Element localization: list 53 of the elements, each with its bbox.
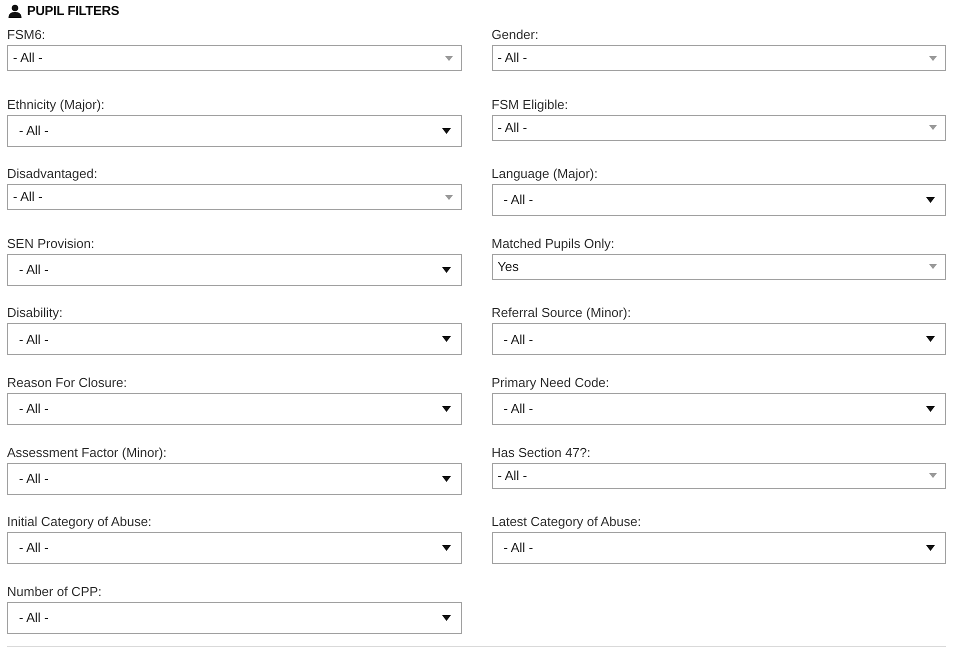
caret-icon (926, 406, 935, 412)
field-label: Referral Source (Minor): (492, 304, 632, 322)
dropdown[interactable]: - All - (492, 45, 946, 71)
dropdown[interactable]: - All - (7, 114, 462, 147)
field-label: Ethnicity (Major): (7, 96, 106, 114)
field-label: Assessment Factor (Minor): (7, 444, 168, 462)
caret-icon (444, 56, 452, 60)
caret-icon (442, 545, 450, 552)
dropdown[interactable]: - All - (492, 184, 946, 216)
caret-icon (929, 125, 937, 130)
dropdown[interactable]: - All - (492, 323, 946, 356)
caret-icon (442, 336, 450, 342)
field-label: Language (Major): (492, 165, 599, 184)
caret-icon (926, 545, 935, 552)
field-label: Has Section 47?: (492, 444, 592, 462)
caret-icon (442, 406, 450, 412)
field-label: Primary Need Code: (492, 374, 610, 392)
dropdown[interactable]: - All - (7, 602, 462, 634)
dropdown[interactable]: - All - (7, 254, 462, 286)
dropdown[interactable]: - All - (492, 114, 946, 141)
dropdown[interactable]: - All - (7, 323, 462, 356)
caret-icon (442, 476, 450, 482)
field-label: Initial Category of Abuse: (7, 513, 153, 532)
field-label: Disability: (7, 304, 64, 322)
caret-icon (444, 194, 452, 200)
field-label: Gender: (492, 26, 540, 44)
dropdown[interactable]: - All - (492, 532, 946, 564)
field-label: Number of CPP: (7, 582, 103, 601)
caret-icon (929, 473, 937, 478)
caret-icon (929, 56, 937, 60)
section-title: PUPIL FILTERS (27, 2, 120, 20)
field-label: Latest Category of Abuse: (492, 513, 642, 532)
field-label: Matched Pupils Only: (492, 234, 616, 253)
field-label: Reason For Closure: (7, 374, 128, 392)
dropdown[interactable]: - All - (7, 392, 462, 425)
field-label: FSM Eligible: (492, 96, 570, 114)
dropdown[interactable]: - All - (7, 184, 462, 210)
caret-icon (926, 336, 935, 342)
dropdown[interactable]: - All - (7, 45, 462, 71)
caret-icon (929, 264, 937, 270)
field-label: FSM6: (7, 26, 46, 44)
dropdown[interactable]: - All - (492, 392, 946, 425)
dropdown[interactable]: - All - (492, 462, 946, 489)
caret-icon (442, 266, 450, 273)
field-label: SEN Provision: (7, 234, 96, 253)
caret-icon (442, 614, 450, 621)
user-icon (8, 4, 22, 18)
dropdown[interactable]: - All - (7, 462, 462, 495)
field-label: Disadvantaged: (7, 165, 98, 184)
dropdown[interactable]: Yes (492, 254, 946, 280)
caret-icon (926, 197, 935, 204)
dropdown[interactable]: - All - (7, 532, 462, 564)
caret-icon (442, 128, 450, 134)
